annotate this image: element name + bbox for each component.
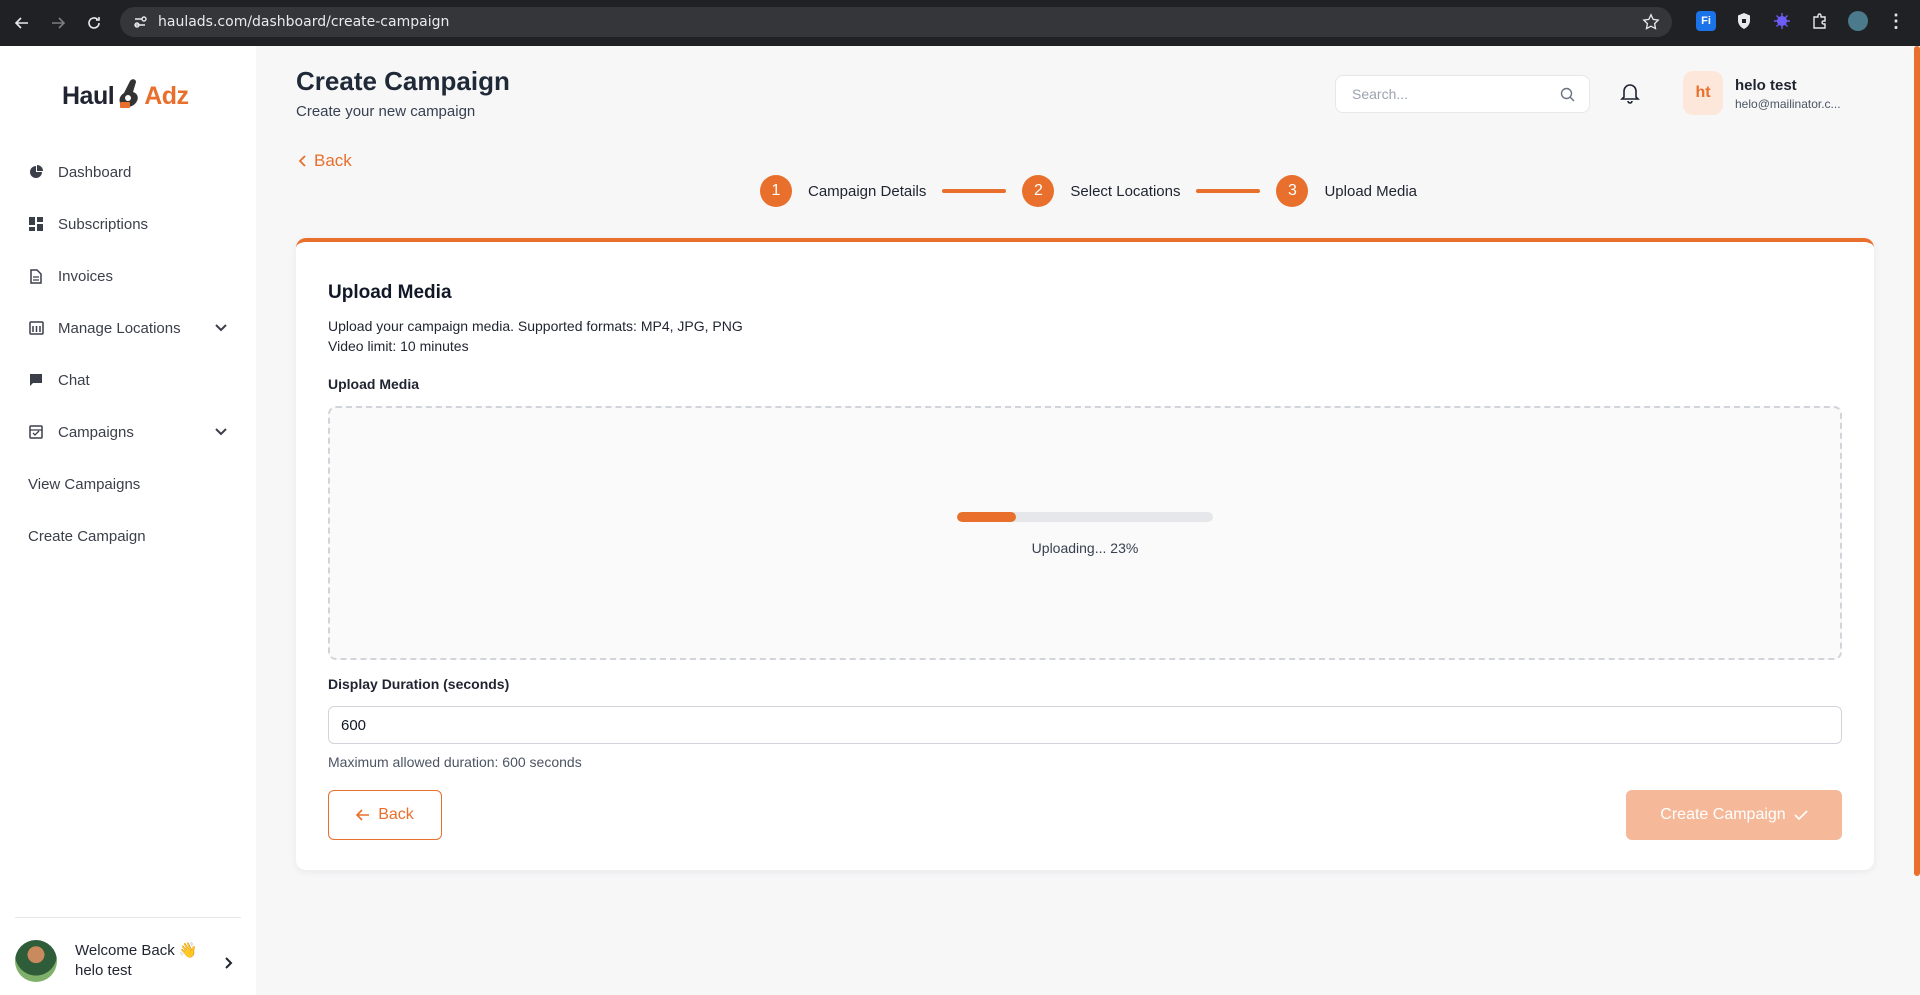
back-link[interactable]: Back	[298, 151, 352, 171]
site-info-icon[interactable]	[132, 14, 148, 30]
step-number: 1	[760, 175, 792, 207]
search-input[interactable]	[1352, 86, 1552, 102]
search-box	[1335, 75, 1590, 113]
extension-shield-icon[interactable]	[1734, 11, 1754, 31]
chevron-down-icon[interactable]	[214, 320, 228, 334]
upload-media-card: Upload Media Upload your campaign media.…	[296, 238, 1874, 870]
chevron-left-icon	[298, 155, 306, 167]
back-button-label: Back	[378, 806, 414, 823]
logo-text-adz: Adz	[144, 81, 189, 110]
page-subtitle: Create your new campaign	[296, 103, 476, 120]
chat-icon	[28, 372, 44, 388]
browser-back-button[interactable]	[8, 9, 36, 37]
progress-stepper: 1 Campaign Details 2 Select Locations 3 …	[760, 174, 1417, 208]
bookmark-star-icon[interactable]	[1642, 13, 1660, 31]
sidebar-item-label: Dashboard	[58, 163, 132, 181]
supported-formats-text: Upload your campaign media. Supported fo…	[328, 318, 743, 334]
create-campaign-button-label: Create Campaign	[1660, 806, 1786, 823]
back-button[interactable]: Back	[328, 790, 442, 840]
address-bar[interactable]: haulads.com/dashboard/create-campaign	[120, 7, 1672, 37]
notification-bell-icon[interactable]	[1620, 82, 1640, 104]
logo-text-haul: Haul	[62, 81, 115, 110]
logo-mascot-icon	[119, 78, 138, 108]
sidebar-item-subscriptions[interactable]: Subscriptions	[0, 198, 256, 250]
extension-translate-icon[interactable]: Fi	[1696, 11, 1716, 31]
chevron-down-icon[interactable]	[214, 424, 228, 438]
pie-chart-icon	[28, 164, 44, 180]
check-icon	[1794, 810, 1808, 821]
sidebar-item-chat[interactable]: Chat	[0, 354, 256, 406]
arrow-left-icon	[356, 809, 370, 821]
chevron-right-icon[interactable]	[223, 956, 235, 970]
browser-reload-button[interactable]	[80, 9, 108, 37]
sidebar-item-campaigns[interactable]: Campaigns	[0, 406, 256, 458]
upload-progress-fill	[957, 512, 1016, 522]
page-scrollbar[interactable]	[1914, 46, 1920, 876]
step-connector	[1196, 189, 1261, 193]
duration-label: Display Duration (seconds)	[328, 676, 510, 692]
browser-toolbar: haulads.com/dashboard/create-campaign Fi…	[0, 0, 1920, 46]
sidebar-item-label: Campaigns	[58, 423, 134, 441]
duration-hint: Maximum allowed duration: 600 seconds	[328, 754, 582, 770]
sidebar-item-label: Invoices	[58, 267, 114, 285]
avatar	[15, 940, 57, 982]
sidebar-item-view-campaigns[interactable]: View Campaigns	[0, 458, 256, 510]
sidebar-item-create-campaign[interactable]: Create Campaign	[0, 510, 256, 562]
card-description: Upload your campaign media. Supported fo…	[328, 316, 743, 356]
logo[interactable]: Haul Adz	[62, 68, 189, 118]
browser-forward-button[interactable]	[44, 9, 72, 37]
duration-input[interactable]	[328, 706, 1842, 744]
sidebar-nav: Dashboard Subscriptions Invoices Manage …	[0, 146, 256, 562]
sidebar-item-manage-locations[interactable]: Manage Locations	[0, 302, 256, 354]
create-campaign-button[interactable]: Create Campaign	[1626, 790, 1842, 840]
user-name: helo test	[1735, 77, 1797, 94]
step-label-upload-media: Upload Media	[1324, 182, 1418, 200]
url-text: haulads.com/dashboard/create-campaign	[158, 14, 450, 30]
upload-progress-bar	[957, 512, 1213, 522]
reload-icon	[88, 17, 100, 29]
sidebar-item-label: View Campaigns	[28, 475, 141, 493]
browser-menu-icon[interactable]: ⋮	[1886, 11, 1906, 31]
sidebar-item-invoices[interactable]: Invoices	[0, 250, 256, 302]
building-icon	[28, 320, 44, 336]
welcome-text: Welcome Back 👋	[75, 942, 198, 959]
step-number: 3	[1276, 175, 1309, 207]
step-label-campaign-details: Campaign Details	[808, 182, 927, 200]
sidebar-item-label: Manage Locations	[58, 319, 181, 337]
document-icon	[28, 268, 44, 284]
search-icon[interactable]	[1560, 87, 1575, 102]
extensions-puzzle-icon[interactable]	[1810, 11, 1830, 31]
step-label-select-locations: Select Locations	[1070, 182, 1181, 200]
upload-status-text: Uploading... 23%	[1031, 540, 1139, 556]
sidebar-item-label: Chat	[58, 371, 90, 389]
arrow-right-icon	[52, 17, 66, 29]
sidebar-item-label: Create Campaign	[28, 527, 146, 545]
sidebar: Haul Adz Dashboard Subscriptions Invoices	[0, 46, 256, 995]
upload-media-label: Upload Media	[328, 376, 420, 392]
campaign-icon	[28, 424, 44, 440]
card-title: Upload Media	[328, 282, 452, 303]
sidebar-user-footer[interactable]: Welcome Back 👋 helo test	[15, 917, 241, 982]
back-link-label: Back	[314, 151, 352, 170]
sidebar-item-label: Subscriptions	[58, 215, 149, 233]
upload-dropzone[interactable]: Uploading... 23%	[328, 406, 1842, 660]
user-email: helo@mailinator.c...	[1735, 97, 1841, 111]
sidebar-item-dashboard[interactable]: Dashboard	[0, 146, 256, 198]
step-connector	[942, 189, 1007, 193]
step-number: 2	[1022, 175, 1055, 207]
user-avatar[interactable]: ht	[1683, 71, 1723, 115]
arrow-left-icon	[14, 17, 28, 29]
grid-icon	[28, 216, 44, 232]
video-limit-text: Video limit: 10 minutes	[328, 338, 469, 354]
page-title: Create Campaign	[296, 66, 510, 96]
extension-star-icon[interactable]	[1772, 11, 1792, 31]
profile-avatar-icon[interactable]	[1848, 11, 1868, 31]
footer-user-name: helo test	[75, 962, 132, 979]
